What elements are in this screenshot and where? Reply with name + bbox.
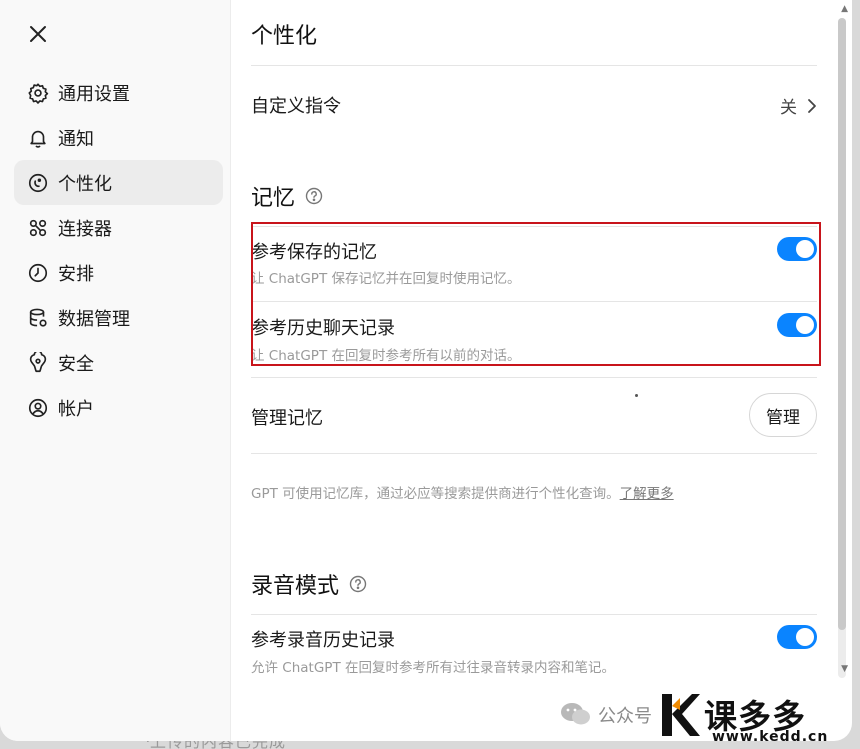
close-icon	[30, 26, 46, 42]
sidebar-item-label: 安排	[58, 263, 94, 285]
manage-memory-button[interactable]: 管理	[749, 393, 817, 437]
sidebar-item-label: 个性化	[58, 173, 112, 195]
settings-dialog: 通用设置 通知 个性化 连接器 安排 数据管理 安全 帐户 个性化 自定义指令 …	[0, 0, 852, 741]
scrollbar-track[interactable]	[838, 18, 846, 678]
voice-title-text: 录音模式	[251, 574, 340, 599]
sidebar-item-label: 帐户	[58, 398, 94, 420]
sidebar-item-label: 数据管理	[58, 308, 130, 330]
settings-main: 个性化 自定义指令 关 记忆 参考保存的记忆 让 ChatGPT 保存记忆并在回…	[231, 0, 852, 741]
divider	[251, 614, 817, 615]
shield-icon	[27, 351, 49, 374]
voice-history-label: 参考录音历史记录	[251, 630, 395, 651]
personalization-icon	[27, 172, 49, 194]
sidebar-item-personalization[interactable]: 个性化	[14, 160, 223, 205]
clock-icon	[27, 262, 49, 284]
sidebar-item-label: 安全	[58, 353, 94, 375]
learn-more-link[interactable]: 了解更多	[620, 486, 674, 502]
manage-memory-label: 管理记忆	[251, 408, 323, 429]
settings-sidebar: 通用设置 通知 个性化 连接器 安排 数据管理 安全 帐户	[0, 0, 231, 741]
sidebar-item-connectors[interactable]: 连接器	[14, 205, 223, 250]
memory-title-text: 记忆	[251, 186, 296, 211]
scroll-up-arrow-icon[interactable]: ▲	[841, 4, 848, 14]
stray-dot	[635, 394, 638, 397]
scroll-down-arrow-icon[interactable]: ▼	[841, 664, 848, 674]
sidebar-item-label: 通用设置	[58, 83, 130, 105]
kedd-logo-icon	[662, 694, 700, 736]
sidebar-item-label: 连接器	[58, 218, 112, 240]
sidebar-item-security[interactable]: 安全	[14, 340, 223, 385]
divider	[251, 453, 817, 454]
connectors-icon	[27, 217, 49, 239]
bell-icon	[27, 127, 49, 149]
divider	[251, 65, 817, 66]
highlight-annotation-box	[251, 222, 821, 366]
chevron-right-icon	[808, 98, 816, 113]
gear-icon	[27, 82, 49, 104]
page-title: 个性化	[251, 24, 318, 49]
custom-instructions-label: 自定义指令	[251, 96, 341, 117]
custom-instructions-value: 关	[780, 98, 797, 118]
custom-instructions-toggle-link[interactable]: 关	[780, 93, 817, 118]
watermark-wechat-text: 公众号	[598, 706, 652, 727]
close-button[interactable]	[26, 22, 50, 46]
sidebar-item-account[interactable]: 帐户	[14, 385, 223, 430]
toggle-knob	[796, 628, 814, 646]
voice-history-toggle[interactable]	[777, 625, 817, 649]
sidebar-item-schedule[interactable]: 安排	[14, 250, 223, 295]
sidebar-item-label: 通知	[58, 128, 94, 150]
sidebar-item-notifications[interactable]: 通知	[14, 115, 223, 160]
memory-footnote-text: GPT 可使用记忆库，通过必应等搜索提供商进行个性化查询。	[251, 486, 620, 502]
database-icon	[27, 307, 49, 329]
scrollbar-thumb[interactable]	[838, 18, 846, 630]
sidebar-item-general[interactable]: 通用设置	[14, 70, 223, 115]
settings-nav: 通用设置 通知 个性化 连接器 安排 数据管理 安全 帐户	[14, 70, 223, 430]
memory-section-title: 记忆	[251, 180, 323, 212]
help-icon[interactable]	[305, 187, 323, 205]
help-icon[interactable]	[349, 575, 367, 593]
voice-section-title: 录音模式	[251, 568, 367, 600]
user-circle-icon	[27, 397, 49, 419]
divider	[251, 377, 817, 378]
watermark-url: www.kedd.cn	[712, 729, 829, 745]
sidebar-item-data-controls[interactable]: 数据管理	[14, 295, 223, 340]
wechat-icon	[561, 703, 590, 725]
memory-footnote: GPT 可使用记忆库，通过必应等搜索提供商进行个性化查询。了解更多	[251, 482, 674, 502]
voice-history-desc: 允许 ChatGPT 在回复时参考所有过往录音转录内容和笔记。	[251, 660, 615, 676]
watermark: 公众号 课多多 www.kedd.cn	[560, 692, 860, 749]
